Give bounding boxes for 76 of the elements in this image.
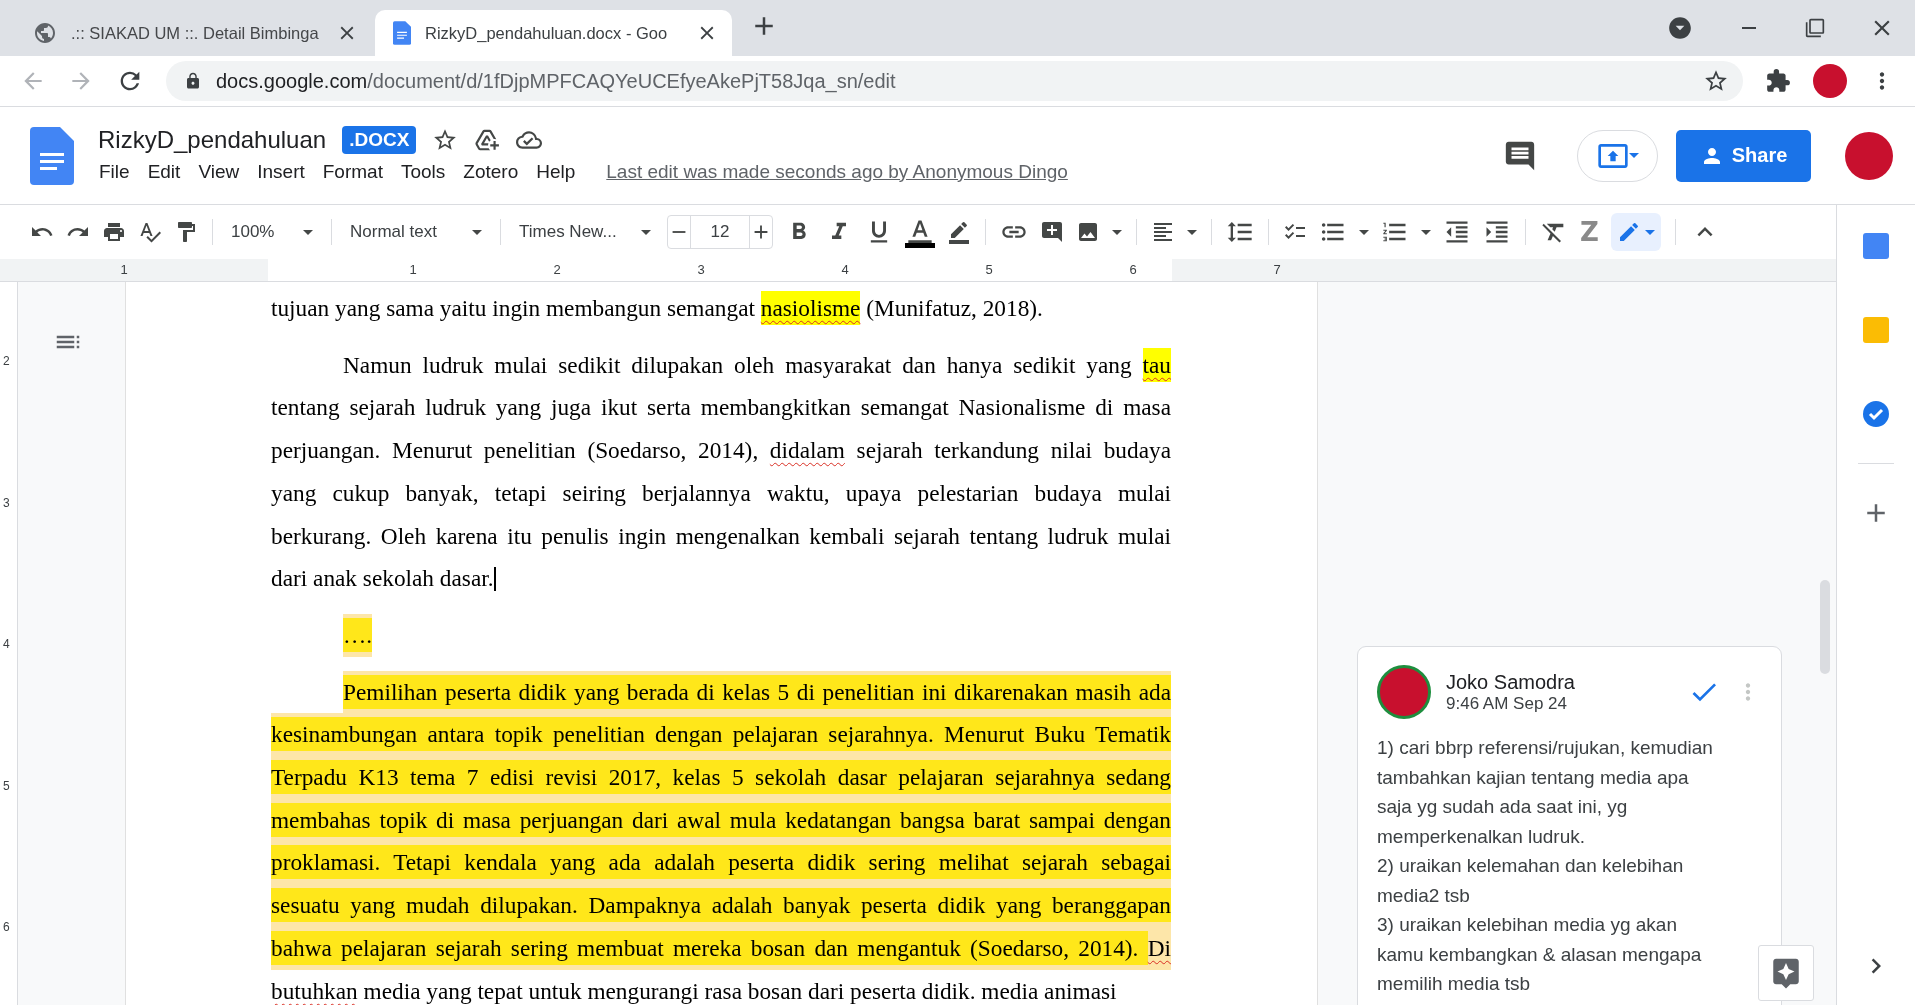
image-icon[interactable] (1076, 220, 1100, 244)
caret-icon (641, 229, 651, 235)
lock-icon (184, 72, 202, 90)
text-line: perjuangan. Menurut penelitian (Soedarso, 2014), didalam sejarah terkandung nilai budaya (271, 436, 1171, 466)
ruler-number: 2 (3, 354, 10, 368)
menu-item[interactable]: File (92, 157, 137, 186)
caret-icon (1112, 229, 1122, 235)
menu-item[interactable]: Zotero (456, 157, 526, 186)
caret-icon (1359, 229, 1369, 235)
restore-icon[interactable] (1805, 18, 1825, 38)
caret-icon (1644, 229, 1655, 235)
comment-text: 1) cari bbrp referensi/rujukan, kemudian tambahkan kajian tentang media apa saja yg sudah ada saat ini, yg memperkenalkan ludruk. 2) uraikan kelemahan dan kelebihan media2 tsb 3) uraikan kelebihan media yg akan kamu kembangkan & alasan mengapa memilih media tsb (1377, 736, 1714, 996)
comment-time: 9:46 AM Sep 24 (1446, 693, 1568, 714)
comment-card[interactable] (1357, 646, 1782, 1005)
ruler-number: 4 (3, 637, 10, 651)
editing-mode-button[interactable] (1610, 213, 1661, 251)
explore-button[interactable] (1758, 945, 1814, 1001)
profile-avatar[interactable] (1845, 131, 1893, 180)
text-line: yang cukup banyak, tetapi seiring berjalannya waktu, upaya pelestarian budaya mulai (271, 478, 1171, 508)
url-text: docs.google.com/document/d/1fDjpMPFCAQYeUCEfyeAkePjT58Jqa_sn/edit (216, 69, 897, 93)
ruler-number: 6 (3, 920, 10, 934)
star-icon[interactable] (1703, 68, 1729, 94)
text-line: Namun ludruk mulai sedikit dilupakan oleh masyarakat dan hanya sedikit yang tau (343, 343, 1171, 387)
last-edit-link[interactable]: Last edit was made seconds ago by Anonymous Dingo (606, 160, 1068, 183)
extension-icon[interactable] (1765, 68, 1791, 94)
address-bar[interactable]: docs.google.com/document/d/1fDjpMPFCAQYeUCEfyeAkePjT58Jqa_sn/edit (166, 61, 1743, 101)
document-title[interactable]: RizkyD_pendahuluan (98, 125, 327, 154)
align-left-icon[interactable] (1151, 220, 1175, 244)
spellcheck-icon[interactable] (138, 220, 162, 244)
share-button[interactable]: Share (1676, 129, 1811, 182)
menu-item[interactable]: Tools (393, 157, 453, 186)
caret-icon (1628, 153, 1639, 158)
commenter-avatar (1377, 665, 1431, 719)
caret-icon (1187, 229, 1197, 235)
tab-title: RizkyD_pendahuluan.docx - Goo (425, 23, 669, 43)
browser-tab[interactable]: .:: SIAKAD UM ::. Detail Bimbinga (15, 10, 372, 56)
tab-title: .:: SIAKAD UM ::. Detail Bimbinga (71, 23, 320, 43)
browser-tab[interactable]: RizkyD_pendahuluan.docx - Goo (375, 10, 732, 56)
document-icon (393, 21, 411, 45)
ruler-number: 3 (3, 495, 10, 510)
menu-item[interactable]: Insert (250, 157, 312, 186)
ruler-number: 1 (120, 262, 128, 277)
print-icon[interactable] (102, 220, 126, 244)
tab-search-icon[interactable] (1667, 15, 1693, 41)
add-comment-icon[interactable] (1040, 220, 1064, 244)
ruler-number: 5 (985, 262, 993, 277)
caret-icon (472, 229, 482, 235)
menu-item[interactable]: View (191, 157, 247, 186)
font-dropdown[interactable]: Times New... (515, 222, 655, 242)
ruler-number: 7 (1273, 262, 1281, 277)
caret-icon (1421, 229, 1431, 235)
text-line: berkurang. Oleh karena itu penulis ingin mengenalkan kembali sejarah tentang ludruk mulai (271, 521, 1171, 551)
file-type-badge: .DOCX (342, 125, 417, 154)
menu-item[interactable]: Edit (140, 157, 188, 186)
zoom-dropdown[interactable]: 100% (227, 222, 317, 242)
text-line: butuhkan media yang tepat untuk mengurangi rasa bosan dari peserta didik. media animasi (271, 976, 1117, 1005)
scrollbar-thumb[interactable] (1820, 580, 1830, 674)
text-line: tentang sejarah ludruk yang juga ikut serta membangkitkan semangat Nasionalisme di masa (271, 393, 1171, 423)
comment-author: Joko Samodra (1446, 670, 1576, 694)
ruler-number: 3 (697, 262, 705, 277)
text-line: dari anak sekolah dasar. (271, 564, 496, 594)
ruler-number: 1 (409, 262, 417, 277)
ruler-number: 6 (1129, 262, 1137, 277)
caret-icon (303, 229, 313, 235)
menu-item[interactable]: Help (529, 157, 583, 186)
ruler-number: 2 (553, 262, 561, 277)
highlighter-icon[interactable] (947, 220, 971, 244)
ruler-number: 4 (841, 262, 849, 277)
style-dropdown[interactable]: Normal text (346, 222, 486, 242)
globe-icon (33, 21, 57, 45)
text-line: tujuan yang sama yaitu ingin membangun semangat nasiolisme (Munifatuz, 2018). (271, 287, 1043, 330)
calendar-icon[interactable] (1861, 231, 1891, 261)
docs-logo (30, 126, 74, 185)
ruler-number: 5 (3, 778, 10, 793)
profile-avatar[interactable] (1813, 64, 1847, 98)
menu-item[interactable]: Format (315, 157, 390, 186)
